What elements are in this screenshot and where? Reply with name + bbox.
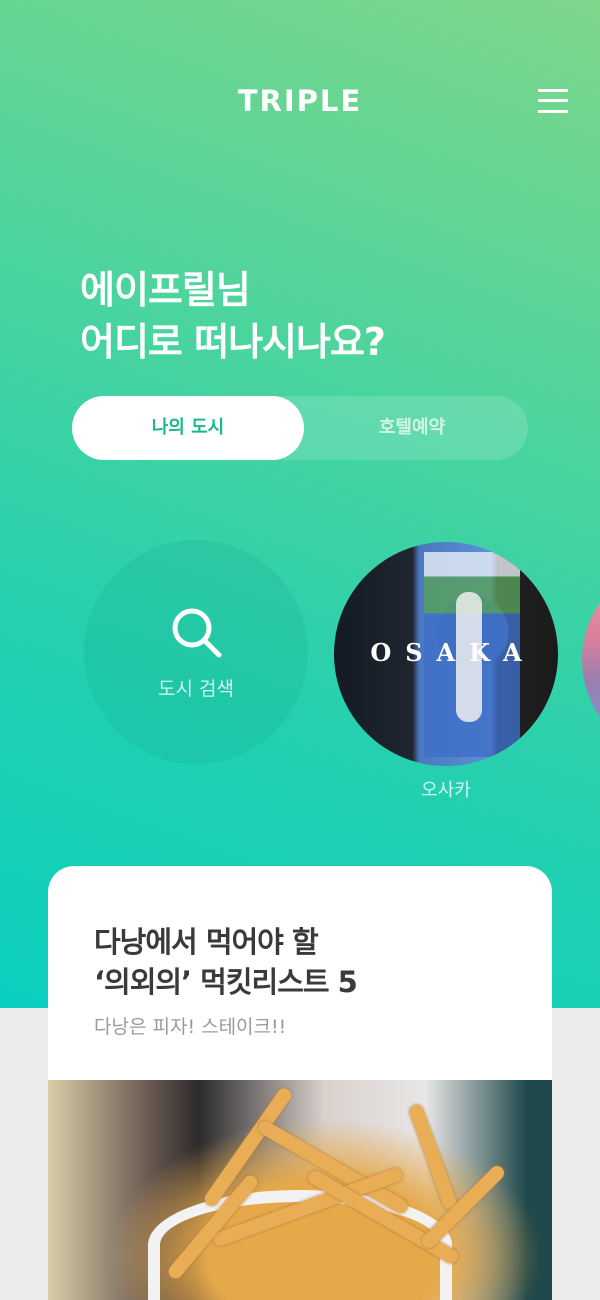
tab-hotel-booking[interactable]: 호텔예약 [296, 396, 528, 460]
greeting: 에이프릴님 어디로 떠나시나요? [80, 264, 386, 368]
city-name-overlay: OSAKA [370, 638, 536, 667]
city-label-osaka: 오사카 [421, 780, 471, 801]
hamburger-menu-icon[interactable] [538, 89, 568, 113]
city-card-osaka[interactable]: OSAKA [334, 542, 558, 766]
article-subtitle: 다낭은 피자! 스테이크!! [94, 1016, 287, 1038]
article-title: 다낭에서 먹어야 할 ‘의외의’ 먹킷리스트 5 [94, 925, 358, 999]
tab-bar: 호텔예약 나의 도시 [72, 396, 528, 460]
greeting-line-2: 어디로 떠나시나요? [80, 320, 386, 364]
city-card-next[interactable] [582, 560, 600, 760]
search-icon [172, 608, 222, 658]
city-search-button[interactable]: 도시 검색 [84, 540, 308, 764]
article-image [48, 1080, 552, 1300]
article-card[interactable]: 다낭에서 먹어야 할 ‘의외의’ 먹킷리스트 5 다낭은 피자! 스테이크!! [48, 866, 552, 1300]
greeting-line-1: 에이프릴님 [80, 268, 251, 312]
city-search-label: 도시 검색 [158, 678, 234, 700]
logo[interactable]: TRIPLE [0, 84, 600, 118]
hero-background [0, 0, 600, 1008]
tab-my-cities[interactable]: 나의 도시 [72, 396, 304, 460]
